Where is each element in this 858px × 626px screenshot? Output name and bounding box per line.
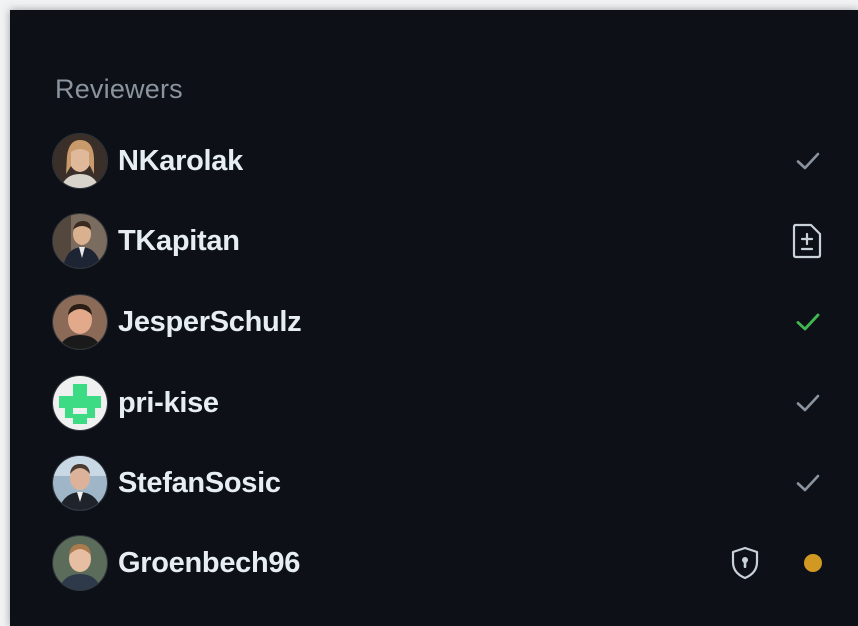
reviewer-name[interactable]: TKapitan — [118, 225, 240, 258]
reviewer-name[interactable]: pri-kise — [118, 387, 219, 420]
review-status — [792, 467, 824, 499]
reviewer-row-nkarolak: NKarolak — [52, 132, 824, 190]
reviewers-heading[interactable]: Reviewers — [55, 74, 183, 105]
review-status — [792, 145, 824, 177]
reviewer-name[interactable]: Groenbech96 — [118, 547, 300, 580]
avatar-groenbech96[interactable] — [52, 535, 108, 591]
review-status — [792, 306, 824, 338]
reviewer-row-jesperschulz: JesperSchulz — [52, 293, 824, 351]
reviewer-row-tkapitan: TKapitan — [52, 212, 824, 270]
reviewer-name[interactable]: StefanSosic — [118, 467, 281, 500]
review-status — [790, 222, 824, 260]
reviewers-panel: Reviewers NKarolak TKapitan JesperSchulz… — [10, 10, 858, 626]
reviewer-name[interactable]: NKarolak — [118, 145, 243, 178]
reviewer-name[interactable]: JesperSchulz — [118, 306, 302, 339]
reviewer-row-stefansosic: StefanSosic — [52, 454, 824, 512]
check-icon — [792, 387, 824, 419]
shield-lock-icon[interactable] — [728, 545, 762, 581]
file-diff-icon — [790, 222, 824, 260]
review-status — [728, 545, 824, 581]
check-icon-approved — [792, 306, 824, 338]
avatar-pri-kise[interactable] — [52, 375, 108, 431]
check-icon — [792, 467, 824, 499]
avatar-jesperschulz[interactable] — [52, 294, 108, 350]
pending-dot-icon — [802, 552, 824, 574]
avatar-tkapitan[interactable] — [52, 213, 108, 269]
check-icon — [792, 145, 824, 177]
review-status — [792, 387, 824, 419]
avatar-nkarolak[interactable] — [52, 133, 108, 189]
reviewer-row-groenbech96: Groenbech96 — [52, 534, 824, 592]
reviewer-row-pri-kise: pri-kise — [52, 374, 824, 432]
avatar-stefansosic[interactable] — [52, 455, 108, 511]
